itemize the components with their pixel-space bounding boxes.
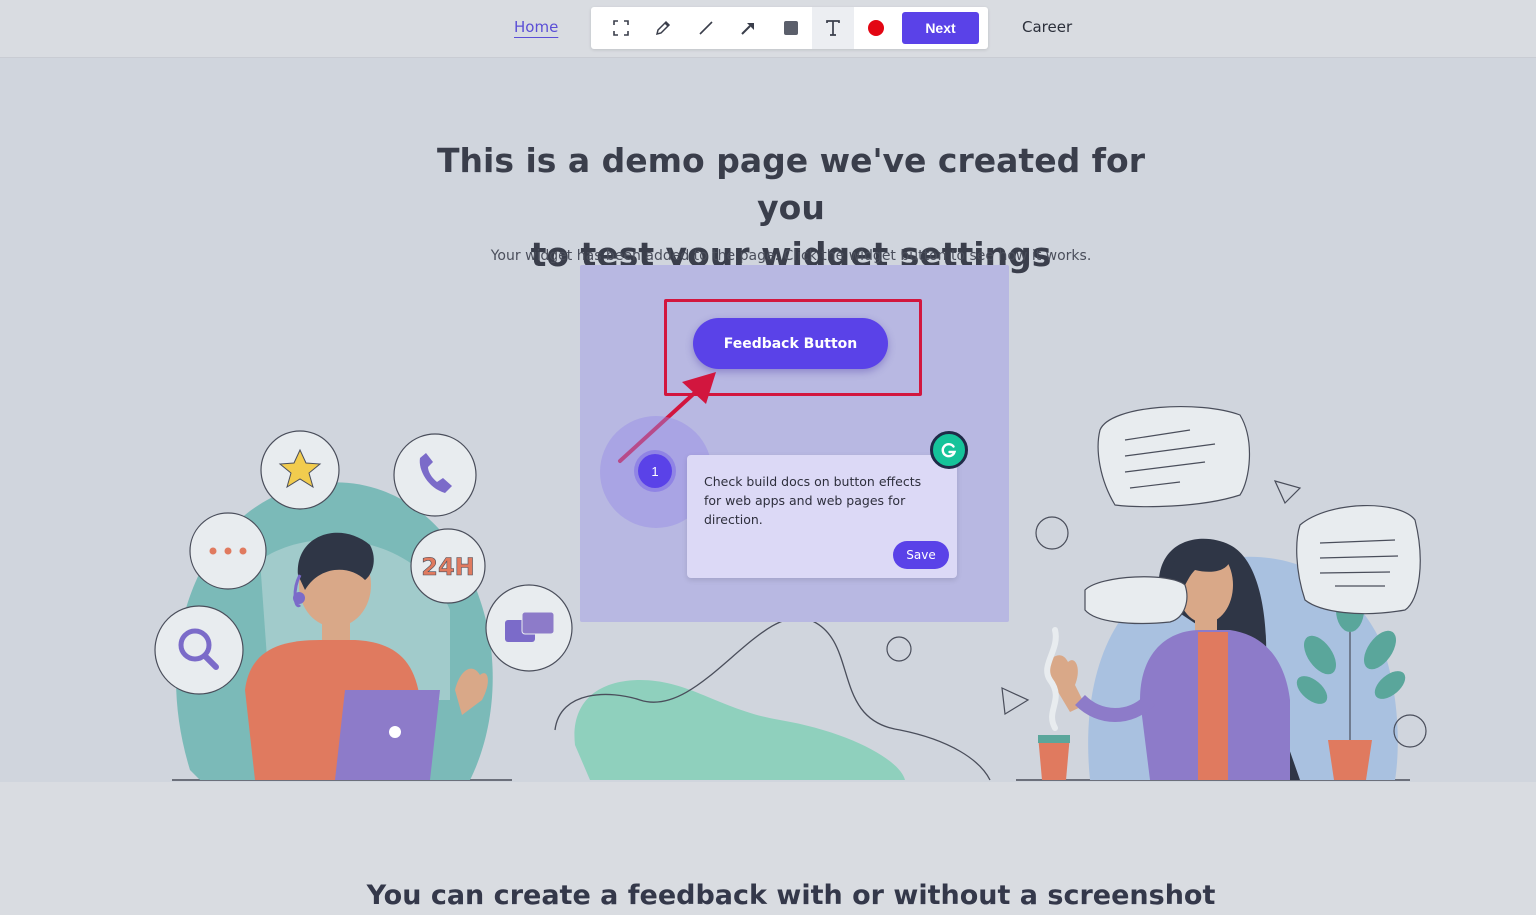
save-button[interactable]: Save <box>893 541 949 569</box>
grammarly-icon[interactable] <box>930 431 968 469</box>
comment-pin[interactable]: 1 <box>638 454 672 488</box>
comment-card: Check build docs on button effects for w… <box>687 455 957 578</box>
grammarly-g-icon <box>941 443 957 458</box>
card-caret <box>668 549 688 567</box>
section-title: You can create a feedback with or withou… <box>366 880 1216 911</box>
comment-input[interactable]: Check build docs on button effects for w… <box>704 472 929 532</box>
